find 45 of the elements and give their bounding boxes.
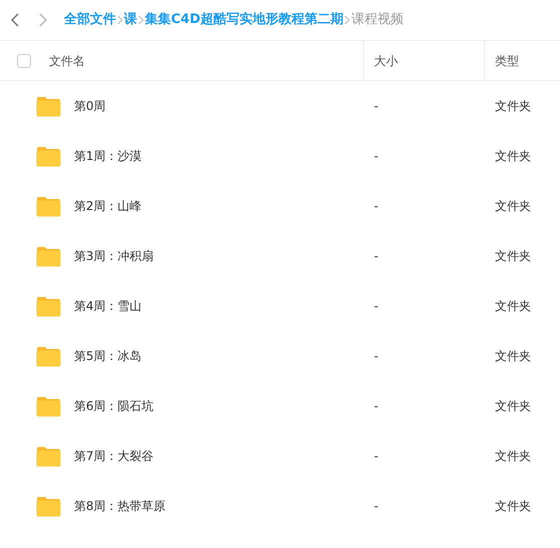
chevron-icon	[344, 15, 350, 25]
file-type: 文件夹	[495, 399, 531, 413]
folder-icon	[36, 346, 61, 366]
file-name[interactable]: 第7周：大裂谷	[74, 447, 154, 465]
file-name[interactable]: 第6周：陨石坑	[74, 397, 154, 415]
file-type: 文件夹	[495, 499, 531, 513]
folder-icon	[36, 296, 61, 316]
file-type: 文件夹	[495, 449, 531, 463]
file-size: -	[374, 449, 378, 463]
file-name[interactable]: 第0周	[74, 97, 106, 115]
folder-icon	[36, 246, 61, 266]
back-icon[interactable]	[10, 13, 20, 27]
file-size: -	[374, 99, 378, 113]
file-size: -	[374, 249, 378, 263]
column-header[interactable]: 文件名	[49, 52, 85, 70]
file-size: -	[374, 299, 378, 313]
folder-icon	[36, 96, 61, 116]
file-size: -	[374, 349, 378, 363]
file-name[interactable]: 第2周：山峰	[74, 197, 142, 215]
chevron-icon	[117, 15, 123, 25]
chevron-icon	[138, 15, 144, 25]
file-type: 文件夹	[495, 99, 531, 113]
folder-icon	[36, 446, 61, 466]
file-type: 文件夹	[495, 299, 531, 313]
folder-icon	[36, 396, 61, 416]
file-type: 文件夹	[495, 149, 531, 163]
select-all-checkbox[interactable]	[17, 54, 31, 68]
column-header[interactable]: 类型	[495, 52, 519, 70]
folder-icon	[36, 146, 61, 166]
file-name[interactable]: 第3周：冲积扇	[74, 247, 154, 265]
file-name[interactable]: 第8周：热带草原	[74, 497, 166, 515]
file-size: -	[374, 149, 378, 163]
folder-icon	[36, 196, 61, 216]
folder-icon	[36, 496, 61, 516]
file-size: -	[374, 399, 378, 413]
file-type: 文件夹	[495, 199, 531, 213]
column-header[interactable]: 大小	[374, 52, 398, 70]
forward-icon[interactable]	[38, 13, 48, 27]
file-type: 文件夹	[495, 349, 531, 363]
file-type: 文件夹	[495, 249, 531, 263]
file-name[interactable]: 第1周：沙漠	[74, 147, 142, 165]
file-name[interactable]: 第4周：雪山	[74, 297, 142, 315]
file-size: -	[374, 499, 378, 513]
file-size: -	[374, 199, 378, 213]
file-name[interactable]: 第5周：冰岛	[74, 347, 142, 365]
